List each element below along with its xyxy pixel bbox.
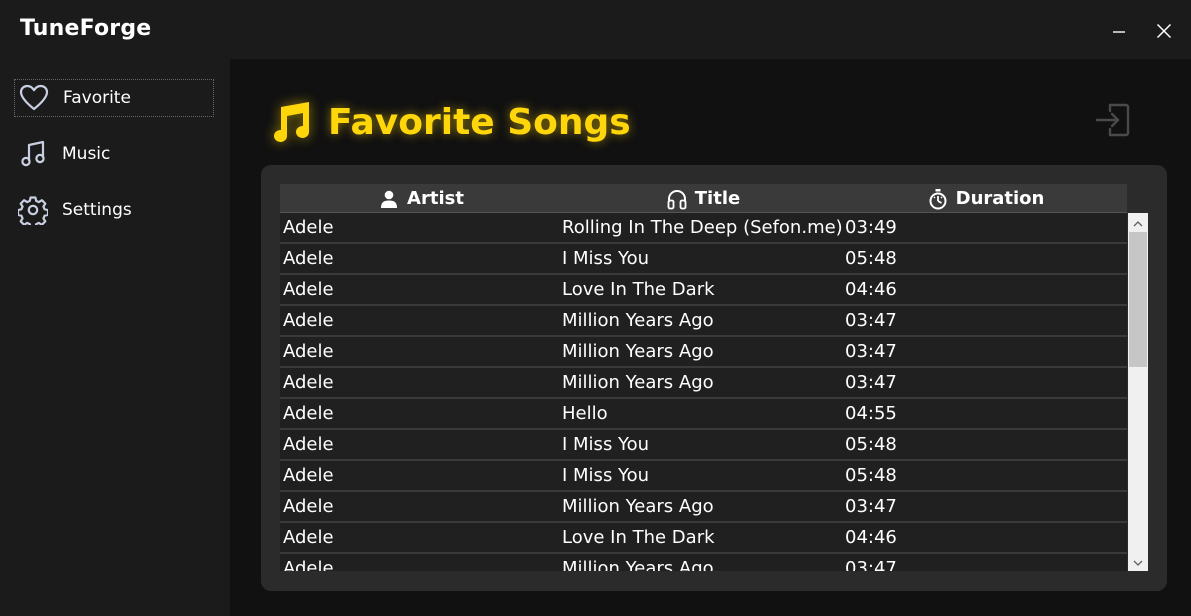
duration-cell: 04:46 — [845, 527, 897, 548]
column-header-artist[interactable]: Artist — [280, 184, 562, 213]
duration-cell: 05:48 — [845, 434, 897, 455]
title-cell: Hello — [562, 403, 608, 424]
heart-icon — [18, 82, 50, 114]
table-row[interactable]: Adele Million Years Ago 03:47 — [280, 492, 1127, 523]
close-button[interactable] — [1147, 14, 1181, 48]
logout-button[interactable] — [1092, 99, 1134, 141]
page-header: Favorite Songs — [268, 97, 631, 147]
sidebar-item-label: Music — [62, 144, 111, 164]
column-header-title[interactable]: Title — [562, 184, 844, 213]
column-header-label: Artist — [407, 188, 464, 209]
table-header: Artist Title Duration — [280, 184, 1127, 213]
artist-cell: Adele — [283, 248, 334, 269]
column-header-label: Title — [694, 188, 741, 209]
title-cell: Million Years Ago — [562, 310, 714, 331]
artist-cell: Adele — [283, 434, 334, 455]
chevron-down-icon — [1133, 560, 1143, 566]
column-header-duration[interactable]: Duration — [844, 184, 1127, 213]
title-cell: Million Years Ago — [562, 496, 714, 517]
table-row[interactable]: Adele Love In The Dark 04:46 — [280, 275, 1127, 306]
artist-cell: Adele — [283, 558, 334, 571]
sidebar-item-music[interactable]: Music — [14, 135, 214, 173]
table-row[interactable]: Adele Million Years Ago 03:47 — [280, 306, 1127, 337]
table-row[interactable]: Adele Love In The Dark 04:46 — [280, 523, 1127, 554]
minimize-icon — [1113, 31, 1125, 33]
duration-cell: 04:46 — [845, 279, 897, 300]
sidebar-item-settings[interactable]: Settings — [14, 191, 214, 229]
artist-cell: Adele — [283, 341, 334, 362]
artist-cell: Adele — [283, 527, 334, 548]
table-row[interactable]: Adele I Miss You 05:48 — [280, 244, 1127, 275]
table-row[interactable]: Adele Hello 04:55 — [280, 399, 1127, 430]
artist-cell: Adele — [283, 465, 334, 486]
gear-icon — [17, 194, 49, 226]
sidebar-item-label: Favorite — [63, 88, 131, 108]
title-cell: Million Years Ago — [562, 558, 714, 571]
duration-cell: 03:49 — [845, 217, 897, 238]
music-note-icon — [268, 99, 314, 145]
duration-cell: 03:47 — [845, 372, 897, 393]
close-icon — [1156, 23, 1172, 39]
artist-cell: Adele — [283, 372, 334, 393]
stopwatch-icon — [927, 188, 949, 210]
table-row[interactable]: Adele Rolling In The Deep (Sefon.me) 03:49 — [280, 213, 1127, 244]
duration-cell: 03:47 — [845, 310, 897, 331]
duration-cell: 03:47 — [845, 341, 897, 362]
page-title: Favorite Songs — [328, 101, 631, 143]
duration-cell: 03:47 — [845, 496, 897, 517]
duration-cell: 03:47 — [845, 558, 897, 571]
app-title: TuneForge — [20, 16, 152, 41]
title-cell: Love In The Dark — [562, 527, 715, 548]
title-cell: Million Years Ago — [562, 372, 714, 393]
sidebar-item-favorite[interactable]: Favorite — [14, 79, 214, 117]
title-cell: Rolling In The Deep (Sefon.me) — [562, 217, 843, 238]
main-content: Favorite Songs Artist Title Duration Ade… — [230, 59, 1191, 616]
artist-cell: Adele — [283, 496, 334, 517]
table-row[interactable]: Adele I Miss You 05:48 — [280, 430, 1127, 461]
artist-cell: Adele — [283, 403, 334, 424]
vertical-scrollbar[interactable] — [1128, 213, 1148, 571]
headphones-icon — [666, 188, 688, 210]
artist-cell: Adele — [283, 217, 334, 238]
table-row[interactable]: Adele Million Years Ago 03:47 — [280, 337, 1127, 368]
scroll-up-button[interactable] — [1128, 215, 1148, 232]
scrollbar-thumb[interactable] — [1129, 232, 1147, 367]
title-cell: I Miss You — [562, 465, 650, 486]
table-row[interactable]: Adele Million Years Ago 03:47 — [280, 368, 1127, 399]
scroll-down-button[interactable] — [1128, 554, 1148, 571]
title-bar: TuneForge — [0, 0, 1191, 59]
user-icon — [378, 188, 400, 210]
artist-cell: Adele — [283, 279, 334, 300]
songs-panel: Artist Title Duration Adele Rolling In Th… — [261, 165, 1167, 591]
title-cell: Love In The Dark — [562, 279, 715, 300]
table-row[interactable]: Adele I Miss You 05:48 — [280, 461, 1127, 492]
music-note-icon — [17, 138, 49, 170]
title-cell: I Miss You — [562, 248, 650, 269]
songs-table-body: Adele Rolling In The Deep (Sefon.me) 03:49… — [280, 213, 1127, 571]
duration-cell: 05:48 — [845, 248, 897, 269]
artist-cell: Adele — [283, 310, 334, 331]
minimize-button[interactable] — [1102, 14, 1136, 48]
sidebar: Favorite Music Settings — [0, 59, 230, 616]
table-row[interactable]: Adele Million Years Ago 03:47 — [280, 554, 1127, 571]
duration-cell: 04:55 — [845, 403, 897, 424]
sign-in-icon — [1095, 103, 1130, 137]
sidebar-item-label: Settings — [62, 200, 132, 220]
column-header-label: Duration — [955, 188, 1045, 209]
duration-cell: 05:48 — [845, 465, 897, 486]
chevron-up-icon — [1133, 220, 1143, 226]
title-cell: Million Years Ago — [562, 341, 714, 362]
title-cell: I Miss You — [562, 434, 650, 455]
